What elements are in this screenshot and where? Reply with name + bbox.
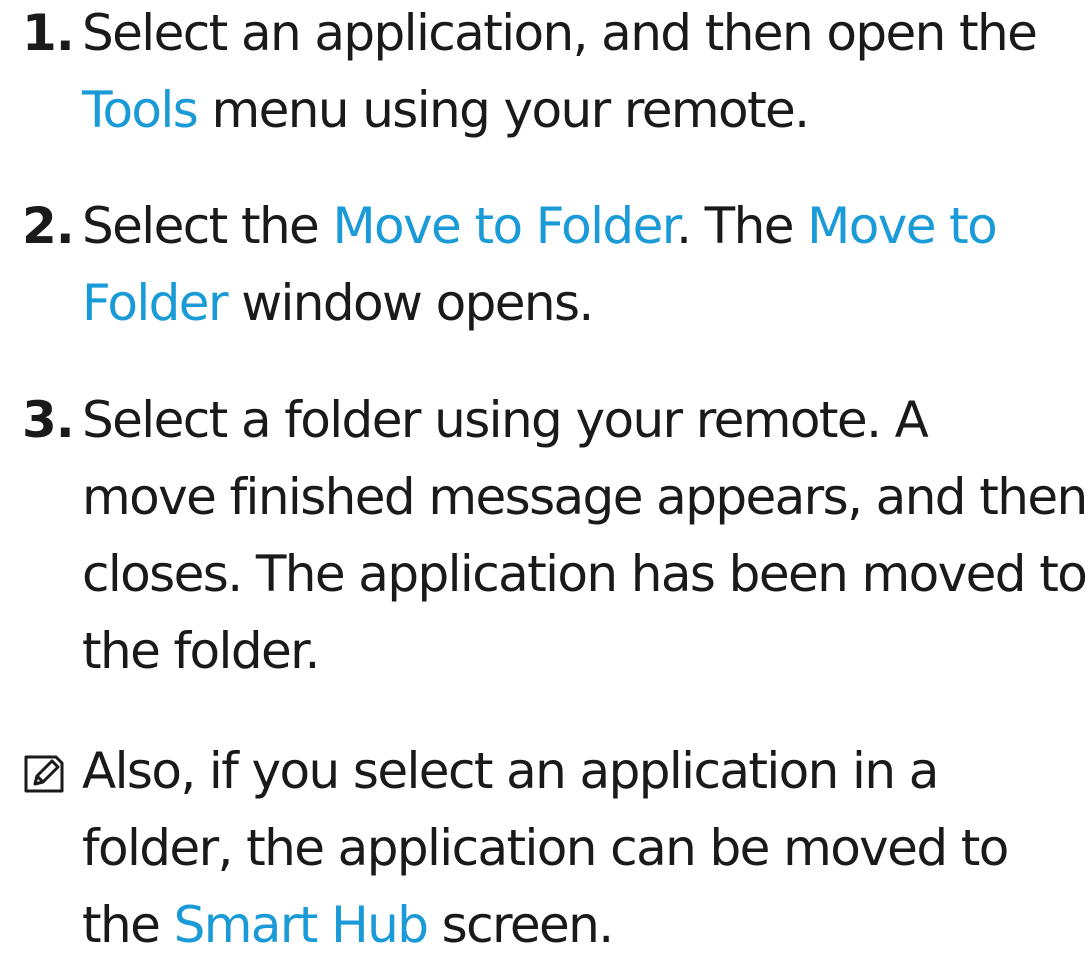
text-run: folder, the application can be moved to: [82, 819, 1009, 877]
text-line: closes. The application has been moved t…: [82, 536, 1088, 613]
highlight-folder: Folder: [82, 274, 229, 332]
step-number: 3.: [22, 391, 75, 449]
highlight-smart-hub: Smart Hub: [173, 896, 429, 954]
text-run: Select an application, and then open the: [82, 4, 1038, 62]
text-line: folder, the application can be moved to: [82, 810, 1082, 887]
highlight-move-to: Move to: [807, 197, 998, 255]
text-run: the folder.: [82, 622, 320, 680]
text-line: the Smart Hub screen.: [82, 887, 1082, 964]
text-line: move finished message appears, and then: [82, 459, 1088, 536]
text-run: Select the: [82, 197, 333, 255]
text-run: . The: [676, 197, 808, 255]
text-run: move finished message appears, and then: [82, 468, 1088, 526]
text-line: the folder.: [82, 613, 1082, 690]
step-text: Select an application, and then open the…: [82, 0, 1082, 149]
note-pencil-icon: [24, 755, 64, 793]
text-line: Tools menu using your remote.: [82, 72, 1082, 149]
text-run: Also, if you select an application in a: [82, 742, 939, 800]
text-run: Select a folder using your remote. A: [82, 391, 929, 449]
step-number: 2.: [22, 197, 75, 255]
highlight-move-to-folder: Move to Folder: [332, 197, 678, 255]
text-run: screen.: [427, 896, 615, 954]
step-text: Select the Move to Folder. The Move to F…: [82, 188, 1082, 342]
text-line: Also, if you select an application in a: [82, 733, 1082, 810]
note-text: Also, if you select an application in a …: [82, 733, 1082, 964]
step-number: 1.: [22, 4, 75, 62]
text-line: Select an application, and then open the: [82, 0, 1082, 72]
step-text: Select a folder using your remote. A mov…: [82, 382, 1088, 690]
text-line: Select a folder using your remote. A: [82, 382, 1082, 459]
text-run: closes. The application has been moved t…: [82, 545, 1088, 603]
highlight-tools: Tools: [82, 81, 199, 139]
instruction-document: 1. Select an application, and then open …: [0, 0, 1088, 954]
text-run: window opens.: [226, 274, 594, 332]
text-line: Select the Move to Folder. The Move to: [82, 188, 1082, 265]
text-run: menu using your remote.: [197, 81, 810, 139]
text-line: Folder window opens.: [82, 265, 1082, 342]
text-run: the: [82, 896, 174, 954]
